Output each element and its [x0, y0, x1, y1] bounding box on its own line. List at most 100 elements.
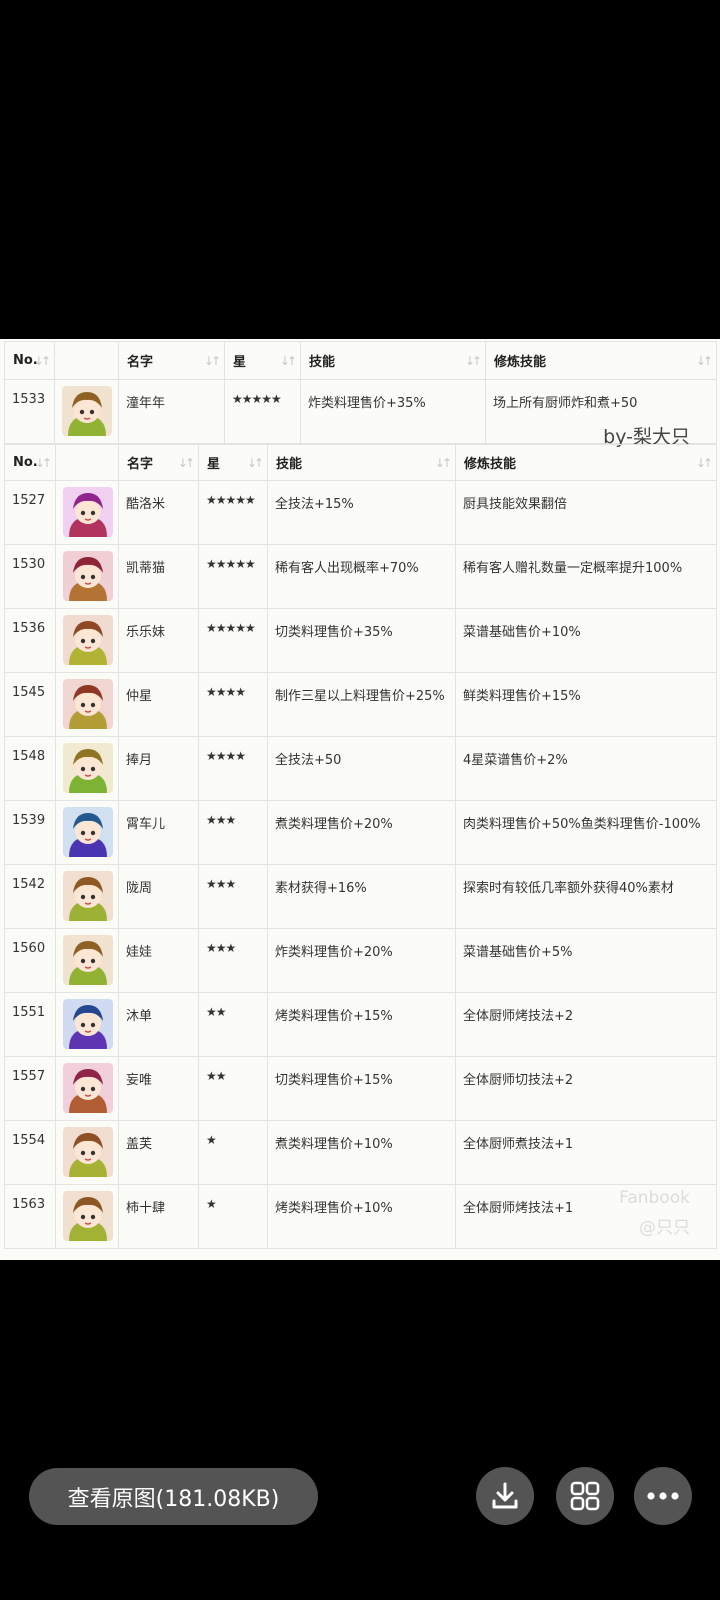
- cell-name: 捧月: [118, 736, 199, 801]
- sort-icon: ↓↑: [246, 455, 264, 470]
- avatar: [63, 1191, 113, 1241]
- view-original-button[interactable]: 查看原图(181.08KB): [29, 1468, 318, 1525]
- avatar: [62, 386, 112, 436]
- cell-no: 1542: [4, 864, 56, 929]
- avatar: [63, 487, 113, 537]
- table-row: 1563 柿十肆 ★ 烤类料理售价+10% 全体厨师烤技法+1: [4, 1184, 717, 1249]
- grid-icon: [570, 1481, 600, 1511]
- table-header-row: No. ↓↑ 名字 ↓↑ 星 ↓↑ 技能 ↓↑ 修炼技能 ↓↑: [4, 341, 717, 380]
- header-train-skill: 修炼技能 ↓↑: [485, 341, 717, 380]
- cell-skill: 烤类料理售价+10%: [267, 1184, 456, 1249]
- cell-name: 娃娃: [118, 928, 199, 993]
- cell-avatar: [55, 1120, 119, 1185]
- sort-icon: ↓↑: [203, 353, 221, 368]
- cell-skill: 素材获得+16%: [267, 864, 456, 929]
- sort-icon: ↓↑: [695, 353, 713, 368]
- cell-train-skill: 全体厨师切技法+2: [455, 1056, 717, 1121]
- cell-skill: 炸类料理售价+20%: [267, 928, 456, 993]
- cell-avatar: [55, 544, 119, 609]
- sort-icon: ↓↑: [279, 353, 297, 368]
- header-skill: 技能 ↓↑: [300, 341, 486, 380]
- cell-name: 妄唯: [118, 1056, 199, 1121]
- more-button[interactable]: [634, 1467, 692, 1525]
- header-no: No. ↓↑: [4, 444, 56, 481]
- cell-train-skill: 全体厨师煮技法+1: [455, 1120, 717, 1185]
- watermark-logo: Fanbook: [619, 1188, 690, 1208]
- cell-skill: 切类料理售价+35%: [267, 608, 456, 673]
- table-row: 1545 仲星 ★★★★ 制作三星以上料理售价+25% 鲜类料理售价+15%: [4, 672, 717, 737]
- cell-name: 盖芙: [118, 1120, 199, 1185]
- table-row: 1542 陇周 ★★★ 素材获得+16% 探索时有较低几率额外获得40%素材: [4, 864, 717, 929]
- avatar: [63, 1063, 113, 1113]
- avatar: [63, 871, 113, 921]
- cell-stars: ★★★★★: [198, 544, 268, 609]
- cell-no: 1530: [4, 544, 56, 609]
- header-train-skill: 修炼技能 ↓↑: [455, 444, 717, 481]
- header-no: No. ↓↑: [4, 341, 55, 380]
- header-stars: 星 ↓↑: [224, 341, 301, 380]
- cell-no: 1545: [4, 672, 56, 737]
- cell-stars: ★★★★: [198, 672, 268, 737]
- cell-skill: 烤类料理售价+15%: [267, 992, 456, 1057]
- cell-no: 1557: [4, 1056, 56, 1121]
- cell-no: 1548: [4, 736, 56, 801]
- cell-no: 1536: [4, 608, 56, 673]
- cell-avatar: [55, 736, 119, 801]
- cell-skill: 全技法+15%: [267, 480, 456, 545]
- download-icon: [492, 1482, 518, 1509]
- cell-avatar: [55, 1056, 119, 1121]
- table-row: 1554 盖芙 ★ 煮类料理售价+10% 全体厨师煮技法+1: [4, 1120, 717, 1185]
- cell-train-skill: 肉类料理售价+50%鱼类料理售价-100%: [455, 800, 717, 865]
- table-row: 1539 霄车儿 ★★★ 煮类料理售价+20% 肉类料理售价+50%鱼类料理售价-100…: [4, 800, 717, 865]
- grid-button[interactable]: [556, 1467, 614, 1525]
- cell-skill: 煮类料理售价+20%: [267, 800, 456, 865]
- avatar: [63, 807, 113, 857]
- sort-icon: ↓↑: [33, 353, 51, 368]
- watermark-user: @只只: [639, 1218, 690, 1238]
- cell-avatar: [55, 672, 119, 737]
- cell-stars: ★★★: [198, 928, 268, 993]
- cell-no: 1560: [4, 928, 56, 993]
- sort-icon: ↓↑: [34, 455, 52, 470]
- sort-icon: ↓↑: [434, 455, 452, 470]
- cell-name: 酷洛米: [118, 480, 199, 545]
- cell-train-skill: 4星菜谱售价+2%: [455, 736, 717, 801]
- table-row: 1548 捧月 ★★★★ 全技法+50 4星菜谱售价+2%: [4, 736, 717, 801]
- cell-name: 霄车儿: [118, 800, 199, 865]
- cell-no: 1551: [4, 992, 56, 1057]
- cell-stars: ★★★★★: [224, 379, 301, 444]
- cell-stars: ★: [198, 1120, 268, 1185]
- cell-skill: 煮类料理售价+10%: [267, 1120, 456, 1185]
- cell-stars: ★★★★: [198, 736, 268, 801]
- sort-icon: ↓↑: [177, 455, 195, 470]
- avatar: [63, 551, 113, 601]
- cell-train-skill: 全体厨师烤技法+2: [455, 992, 717, 1057]
- table-row: 1560 娃娃 ★★★ 炸类料理售价+20% 菜谱基础售价+5%: [4, 928, 717, 993]
- shared-image: No. ↓↑ 名字 ↓↑ 星 ↓↑ 技能 ↓↑ 修炼技能 ↓↑ 1533 潼年年 ★★★★…: [0, 339, 720, 1260]
- cell-avatar: [55, 928, 119, 993]
- avatar: [63, 999, 113, 1049]
- avatar: [63, 679, 113, 729]
- cell-avatar: [55, 480, 119, 545]
- sort-icon: ↓↑: [464, 353, 482, 368]
- cell-name: 潼年年: [118, 379, 225, 444]
- cell-name: 乐乐妹: [118, 608, 199, 673]
- cell-avatar: [54, 379, 119, 444]
- header-skill: 技能 ↓↑: [267, 444, 456, 481]
- cell-name: 仲星: [118, 672, 199, 737]
- table-row: 1530 凯蒂猫 ★★★★★ 稀有客人出现概率+70% 稀有客人赠礼数量一定概率提升10…: [4, 544, 717, 609]
- table-row: 1527 酷洛米 ★★★★★ 全技法+15% 厨具技能效果翻倍: [4, 480, 717, 545]
- cell-stars: ★★★★★: [198, 480, 268, 545]
- character-table: No. ↓↑ 名字 ↓↑ 星 ↓↑ 技能 ↓↑ 修炼技能 ↓↑ 1527 酷洛米 ★★★★★ 全…: [4, 444, 717, 1249]
- cell-no: 1527: [4, 480, 56, 545]
- avatar: [63, 1127, 113, 1177]
- sort-icon: ↓↑: [695, 455, 713, 470]
- download-button[interactable]: [476, 1467, 534, 1525]
- cell-stars: ★★★★★: [198, 608, 268, 673]
- cell-avatar: [55, 864, 119, 929]
- cell-stars: ★: [198, 1184, 268, 1249]
- header-avatar: [55, 444, 119, 481]
- cell-no: 1554: [4, 1120, 56, 1185]
- viewer-toolbar: 查看原图(181.08KB): [0, 1460, 720, 1530]
- cell-no: 1563: [4, 1184, 56, 1249]
